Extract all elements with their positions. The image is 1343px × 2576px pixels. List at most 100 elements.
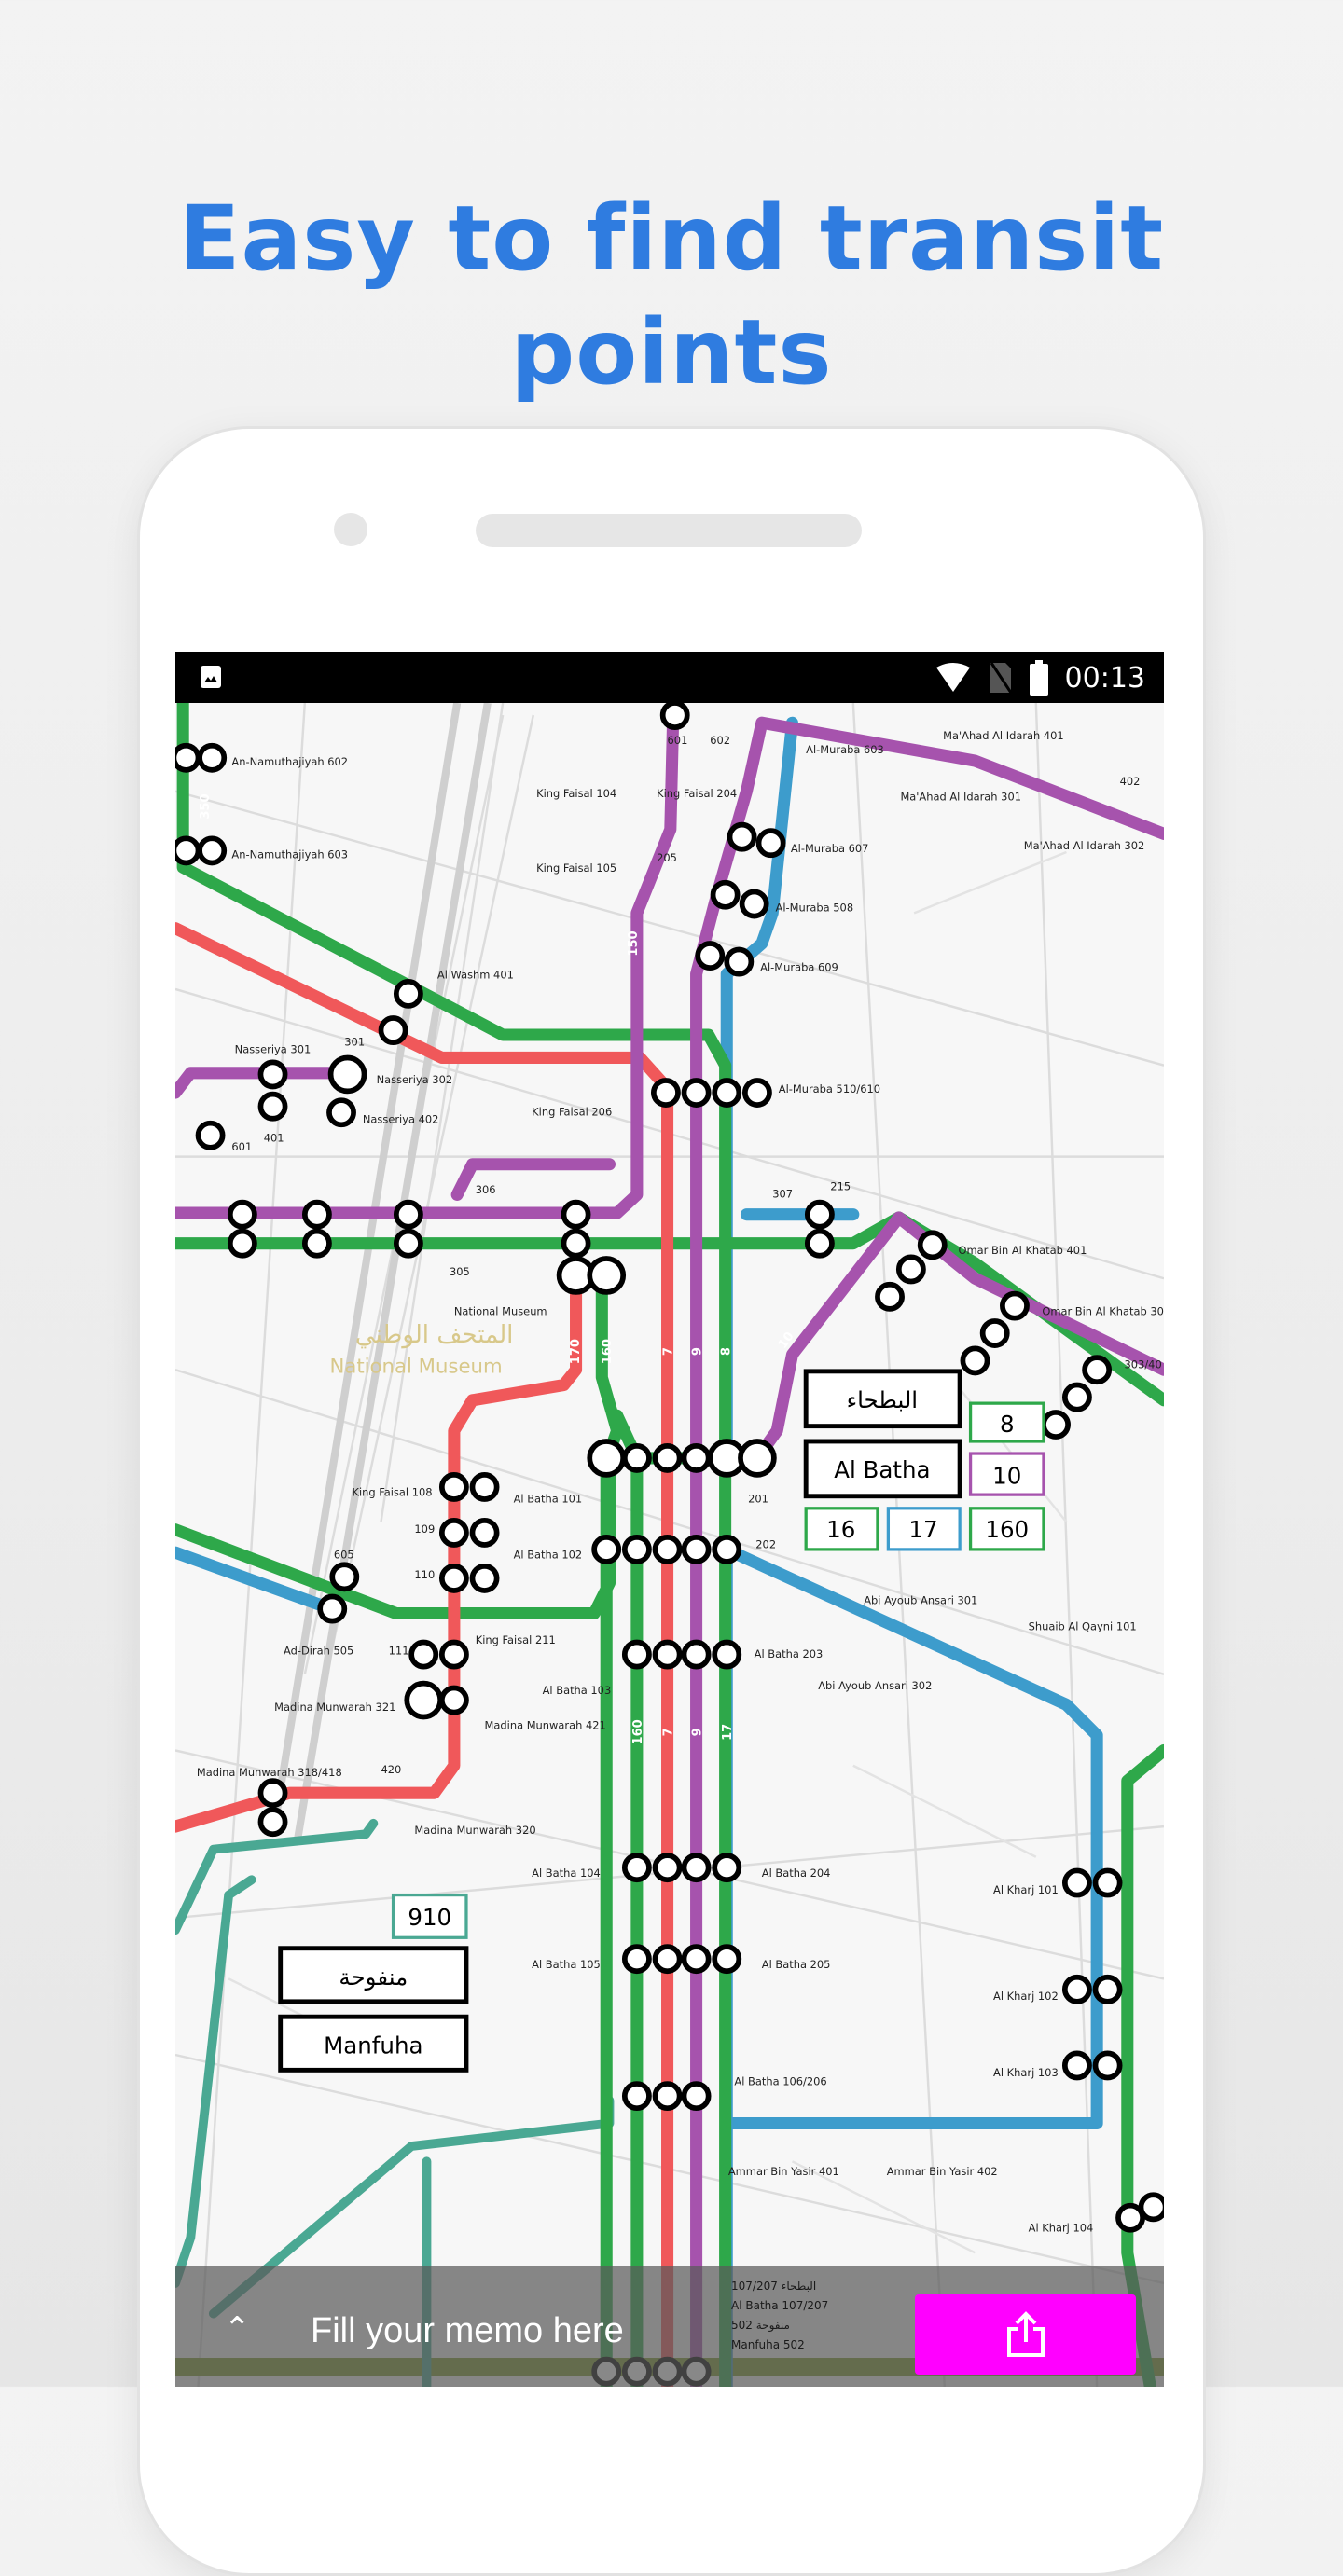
svg-text:Al Batha: Al Batha [834, 1456, 930, 1483]
svg-text:402: 402 [1120, 775, 1141, 788]
svg-text:Ammar Bin Yasir 401: Ammar Bin Yasir 401 [728, 2165, 839, 2178]
svg-text:150: 150 [627, 930, 641, 956]
svg-text:9: 9 [690, 1728, 704, 1736]
svg-text:Manfuha: Manfuha [324, 2032, 422, 2059]
svg-text:160: 160 [985, 1516, 1029, 1543]
memo-input[interactable] [311, 2303, 721, 2359]
svg-text:Nasseriya 402: Nasseriya 402 [363, 1113, 439, 1126]
battery-icon [1029, 660, 1048, 696]
svg-text:National Museum: National Museum [454, 1304, 547, 1317]
svg-text:110: 110 [414, 1568, 435, 1581]
svg-text:215: 215 [830, 1180, 851, 1193]
svg-text:Al Batha 102: Al Batha 102 [514, 1549, 583, 1562]
svg-text:160: 160 [601, 1339, 615, 1364]
image-icon [201, 666, 221, 688]
camera-icon [334, 513, 367, 546]
svg-text:10: 10 [992, 1463, 1021, 1490]
svg-text:8: 8 [1000, 1411, 1015, 1438]
svg-text:Al Kharj 102: Al Kharj 102 [993, 1990, 1059, 2003]
svg-text:منفوحة: منفوحة [339, 1963, 408, 1991]
svg-text:Al Batha 203: Al Batha 203 [755, 1647, 824, 1660]
svg-text:605: 605 [334, 1549, 354, 1562]
svg-text:Abi Ayoub Ansari 302: Abi Ayoub Ansari 302 [818, 1679, 932, 1692]
transit-map[interactable]: 350 150 170 160 7 9 8 10 160 7 9 17 المت… [175, 703, 1164, 2387]
no-sim-icon [990, 662, 1012, 694]
headline-line-2: points [510, 300, 833, 405]
svg-text:7: 7 [661, 1728, 675, 1736]
svg-text:160: 160 [631, 1719, 645, 1744]
station-label-en-2: Manfuha 502 [731, 2338, 805, 2351]
svg-text:420: 420 [381, 1763, 401, 1776]
svg-text:301: 301 [344, 1035, 365, 1048]
svg-text:Al Batha 103: Al Batha 103 [543, 1684, 612, 1697]
svg-text:Madina Munwarah 321: Madina Munwarah 321 [274, 1701, 395, 1714]
svg-text:Omar Bin Al Khatab 401: Omar Bin Al Khatab 401 [959, 1244, 1087, 1257]
svg-text:King Faisal 105: King Faisal 105 [536, 861, 616, 875]
speaker-grille [476, 514, 862, 547]
svg-text:303/40: 303/40 [1125, 1358, 1162, 1371]
station-label-al-batha-107-207: البطحاء 107/207 Al Batha 107/207 منفوحة … [731, 2279, 828, 2353]
share-button[interactable] [915, 2294, 1136, 2375]
memo-bar: البطحاء 107/207 Al Batha 107/207 منفوحة … [175, 2266, 1164, 2387]
svg-text:7: 7 [661, 1347, 675, 1356]
svg-text:Ma'Ahad Al Idarah 301: Ma'Ahad Al Idarah 301 [900, 791, 1021, 804]
svg-text:البطحاء: البطحاء [847, 1386, 919, 1413]
svg-text:Ammar Bin Yasir 402: Ammar Bin Yasir 402 [887, 2165, 998, 2178]
svg-text:601: 601 [668, 734, 688, 747]
svg-text:Madina Munwarah 320: Madina Munwarah 320 [414, 1824, 535, 1837]
svg-text:Nasseriya 302: Nasseriya 302 [377, 1073, 453, 1086]
svg-text:Madina Munwarah 318/418: Madina Munwarah 318/418 [197, 1766, 342, 1779]
svg-text:Al-Muraba 607: Al-Muraba 607 [791, 842, 869, 855]
svg-text:170: 170 [569, 1339, 583, 1364]
svg-text:Al Batha 205: Al Batha 205 [762, 1958, 831, 1971]
svg-text:305: 305 [450, 1265, 470, 1278]
svg-text:910: 910 [408, 1904, 451, 1931]
svg-text:17: 17 [721, 1724, 735, 1741]
svg-text:Al Kharj 104: Al Kharj 104 [1029, 2221, 1094, 2234]
svg-text:Al-Muraba 508: Al-Muraba 508 [776, 902, 854, 915]
headline-line-1: Easy to find transit [178, 186, 1165, 291]
svg-text:King Faisal 104: King Faisal 104 [536, 787, 616, 800]
svg-text:205: 205 [657, 851, 677, 864]
svg-text:16: 16 [826, 1516, 855, 1543]
svg-text:Ma'Ahad Al Idarah 302: Ma'Ahad Al Idarah 302 [1024, 839, 1145, 852]
svg-text:المتحف الوطني: المتحف الوطني [355, 1321, 514, 1349]
svg-text:602: 602 [710, 734, 730, 747]
svg-text:King Faisal 108: King Faisal 108 [352, 1486, 432, 1499]
svg-text:Al Batha 104: Al Batha 104 [532, 1867, 601, 1880]
svg-text:109: 109 [414, 1522, 435, 1536]
svg-text:National Museum: National Museum [329, 1355, 502, 1378]
svg-text:17: 17 [908, 1516, 937, 1543]
headline: Easy to find transit points [0, 182, 1343, 409]
svg-text:Al Batha 105: Al Batha 105 [532, 1958, 601, 1971]
svg-text:601: 601 [231, 1140, 252, 1153]
svg-text:111: 111 [389, 1645, 409, 1658]
svg-text:8: 8 [720, 1347, 734, 1356]
svg-text:Shuaib Al Qayni 101: Shuaib Al Qayni 101 [1029, 1619, 1137, 1632]
svg-text:Al Washm 401: Al Washm 401 [437, 969, 514, 982]
phone-screen: 00:13 350 150 170 160 7 9 8 10 160 7 9 1… [175, 652, 1164, 2387]
svg-text:An-Namuthajiyah 602: An-Namuthajiyah 602 [231, 755, 348, 768]
wifi-icon [935, 663, 970, 692]
chevron-up-icon[interactable]: ⌃ [224, 2310, 251, 2348]
share-icon [1006, 2311, 1045, 2357]
svg-text:201: 201 [748, 1492, 768, 1505]
svg-text:350: 350 [199, 793, 213, 819]
station-label-ar-2: منفوحة 502 [731, 2319, 790, 2332]
svg-text:Omar Bin Al Khatab 302: Omar Bin Al Khatab 302 [1042, 1304, 1164, 1317]
svg-text:Ma'Ahad Al Idarah 401: Ma'Ahad Al Idarah 401 [943, 729, 1064, 742]
svg-text:306: 306 [476, 1183, 496, 1196]
svg-text:401: 401 [264, 1131, 284, 1144]
svg-text:Al Batha 204: Al Batha 204 [762, 1867, 831, 1880]
svg-text:King Faisal 211: King Faisal 211 [476, 1633, 556, 1646]
svg-text:9: 9 [690, 1347, 704, 1356]
svg-text:Ad-Dirah 505: Ad-Dirah 505 [284, 1645, 353, 1658]
status-bar: 00:13 [175, 652, 1164, 703]
svg-text:Nasseriya 301: Nasseriya 301 [235, 1043, 312, 1056]
svg-text:Al Kharj 101: Al Kharj 101 [993, 1883, 1059, 1896]
svg-text:King Faisal 204: King Faisal 204 [657, 787, 737, 800]
svg-text:An-Namuthajiyah 603: An-Namuthajiyah 603 [231, 848, 348, 861]
svg-text:Abi Ayoub Ansari 301: Abi Ayoub Ansari 301 [864, 1594, 977, 1607]
status-time: 00:13 [1064, 661, 1145, 695]
station-label-en: Al Batha 107/207 [731, 2299, 829, 2312]
